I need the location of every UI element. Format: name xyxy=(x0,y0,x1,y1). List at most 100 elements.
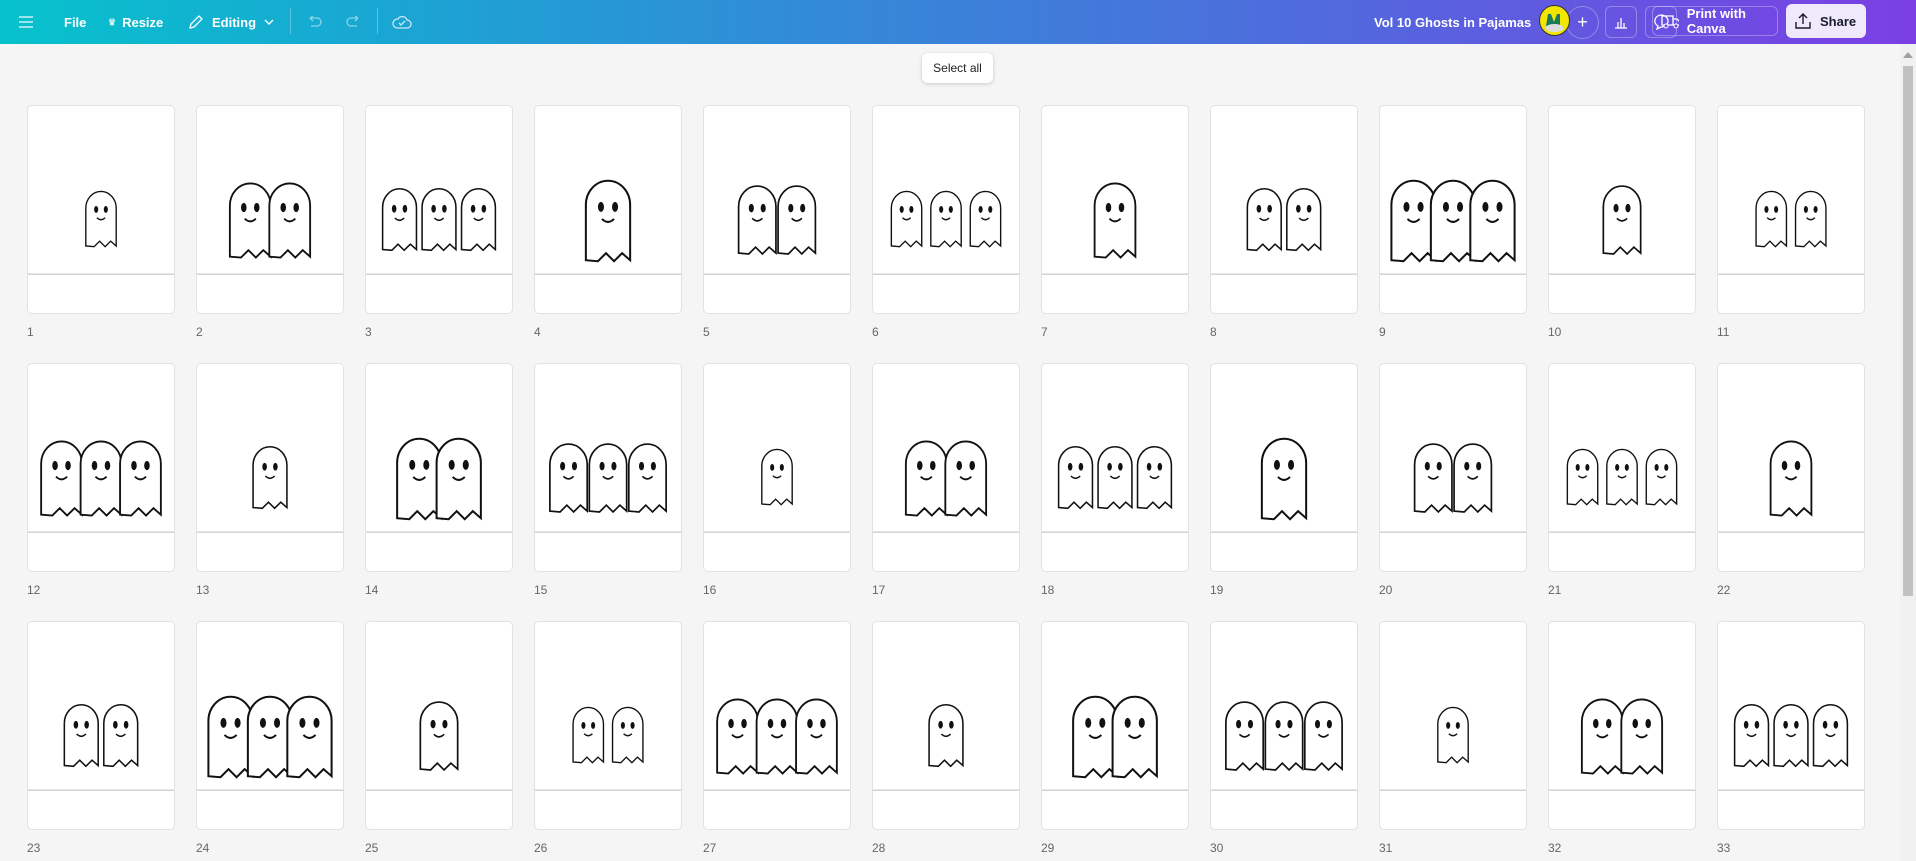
ghost-illustration xyxy=(1211,701,1357,791)
ghost-illustration xyxy=(704,185,850,275)
ghost-illustration xyxy=(197,446,343,533)
page-thumbnail[interactable] xyxy=(534,363,682,572)
page-thumbnail[interactable] xyxy=(365,105,513,314)
resize-label: Resize xyxy=(122,14,164,30)
page-thumbnail[interactable] xyxy=(196,363,344,572)
file-menu[interactable]: File xyxy=(64,0,86,44)
page-thumbnail[interactable] xyxy=(27,621,175,830)
page-thumbnail[interactable] xyxy=(534,105,682,314)
ghost-illustration xyxy=(1042,446,1188,533)
cloud-check-icon xyxy=(392,15,412,29)
page-thumbnail[interactable] xyxy=(703,105,851,314)
page-thumbnail[interactable] xyxy=(872,105,1020,314)
page-thumbnail[interactable] xyxy=(1210,363,1358,572)
page-number: 4 xyxy=(534,325,541,339)
ghost-illustration xyxy=(873,440,1019,533)
page-thumbnail[interactable] xyxy=(1210,105,1358,314)
page-thumbnail[interactable] xyxy=(1548,105,1696,314)
document-title[interactable]: Vol 10 Ghosts in Pajamas xyxy=(1374,0,1531,44)
page-number: 2 xyxy=(196,325,203,339)
menu-button[interactable] xyxy=(18,0,34,44)
ghost-illustration xyxy=(704,698,850,791)
ghost-illustration xyxy=(873,190,1019,275)
page-thumbnail[interactable] xyxy=(196,621,344,830)
page-thumbnail[interactable] xyxy=(365,621,513,830)
share-label: Share xyxy=(1820,13,1857,29)
page-number: 32 xyxy=(1548,841,1562,855)
ghost-illustration xyxy=(535,706,681,791)
page-number: 6 xyxy=(872,325,879,339)
page-thumbnail[interactable] xyxy=(1041,363,1189,572)
page-thumbnail[interactable] xyxy=(1379,363,1527,572)
page-number: 22 xyxy=(1717,583,1731,597)
page-number: 26 xyxy=(534,841,548,855)
avatar[interactable] xyxy=(1539,5,1570,36)
page-thumbnail[interactable] xyxy=(534,621,682,830)
scrollbar[interactable] xyxy=(1900,44,1916,861)
ghost-illustration xyxy=(1718,440,1864,533)
page-number: 16 xyxy=(703,583,717,597)
page-number: 11 xyxy=(1717,325,1730,339)
page-thumbnail[interactable] xyxy=(365,363,513,572)
ghost-illustration xyxy=(1380,443,1526,533)
ghost-illustration xyxy=(1718,704,1864,791)
page-thumbnail[interactable] xyxy=(1717,621,1865,830)
page-number: 1 xyxy=(27,325,34,339)
pencil-icon xyxy=(189,15,203,29)
page-thumbnail[interactable] xyxy=(872,621,1020,830)
page-thumbnail[interactable] xyxy=(703,363,851,572)
page-thumbnail[interactable] xyxy=(1210,621,1358,830)
plus-icon: + xyxy=(1577,12,1588,32)
ghost-illustration xyxy=(28,440,174,533)
page-number: 29 xyxy=(1041,841,1055,855)
redo-button[interactable] xyxy=(344,0,362,44)
bar-chart-icon xyxy=(1615,18,1627,29)
ghost-illustration xyxy=(366,188,512,275)
ghost-illustration xyxy=(1718,190,1864,275)
divider xyxy=(290,8,291,34)
ghost-illustration xyxy=(704,448,850,533)
select-all-tooltip[interactable]: Select all xyxy=(922,53,993,83)
resize-button[interactable]: ♛ Resize xyxy=(108,0,163,44)
page-thumbnail[interactable] xyxy=(872,363,1020,572)
ghost-illustration xyxy=(1211,437,1357,533)
ghost-illustration xyxy=(535,179,681,275)
ghost-illustration xyxy=(197,695,343,791)
page-thumbnail[interactable] xyxy=(1041,105,1189,314)
ghost-illustration xyxy=(1042,695,1188,791)
page-thumbnail[interactable] xyxy=(27,105,175,314)
page-number: 10 xyxy=(1548,325,1562,339)
ghost-illustration xyxy=(197,182,343,275)
share-button[interactable]: Share xyxy=(1786,4,1866,38)
insights-button[interactable] xyxy=(1605,6,1637,38)
page-thumbnail[interactable] xyxy=(1041,621,1189,830)
page-thumbnail[interactable] xyxy=(1717,105,1865,314)
print-with-canva-button[interactable]: Print with Canva xyxy=(1652,6,1778,36)
page-thumbnail[interactable] xyxy=(1379,621,1527,830)
page-number: 14 xyxy=(365,583,379,597)
page-number: 33 xyxy=(1717,841,1731,855)
page-number: 27 xyxy=(703,841,717,855)
save-status-button[interactable] xyxy=(392,0,412,44)
add-collaborator-button[interactable]: + xyxy=(1566,6,1599,39)
page-thumbnail[interactable] xyxy=(1379,105,1527,314)
top-toolbar: File ♛ Resize Editing Vol 10 Ghosts in P… xyxy=(0,0,1916,44)
editing-label: Editing xyxy=(212,14,257,30)
ghost-illustration xyxy=(1380,706,1526,791)
page-thumbnail[interactable] xyxy=(1548,363,1696,572)
page-number: 20 xyxy=(1379,583,1393,597)
ghost-illustration xyxy=(1211,188,1357,275)
scrollbar-thumb[interactable] xyxy=(1903,66,1913,596)
editing-dropdown[interactable]: Editing xyxy=(188,0,274,44)
page-thumbnail[interactable] xyxy=(196,105,344,314)
upload-icon xyxy=(1795,13,1811,29)
page-thumbnail[interactable] xyxy=(703,621,851,830)
page-thumbnail[interactable] xyxy=(1548,621,1696,830)
page-thumbnail[interactable] xyxy=(27,363,175,572)
ghost-illustration xyxy=(873,704,1019,791)
scroll-up-arrow-icon[interactable] xyxy=(1903,52,1913,58)
page-thumbnail[interactable] xyxy=(1717,363,1865,572)
undo-button[interactable] xyxy=(306,0,324,44)
hamburger-icon xyxy=(19,16,33,28)
page-number: 7 xyxy=(1041,325,1048,339)
